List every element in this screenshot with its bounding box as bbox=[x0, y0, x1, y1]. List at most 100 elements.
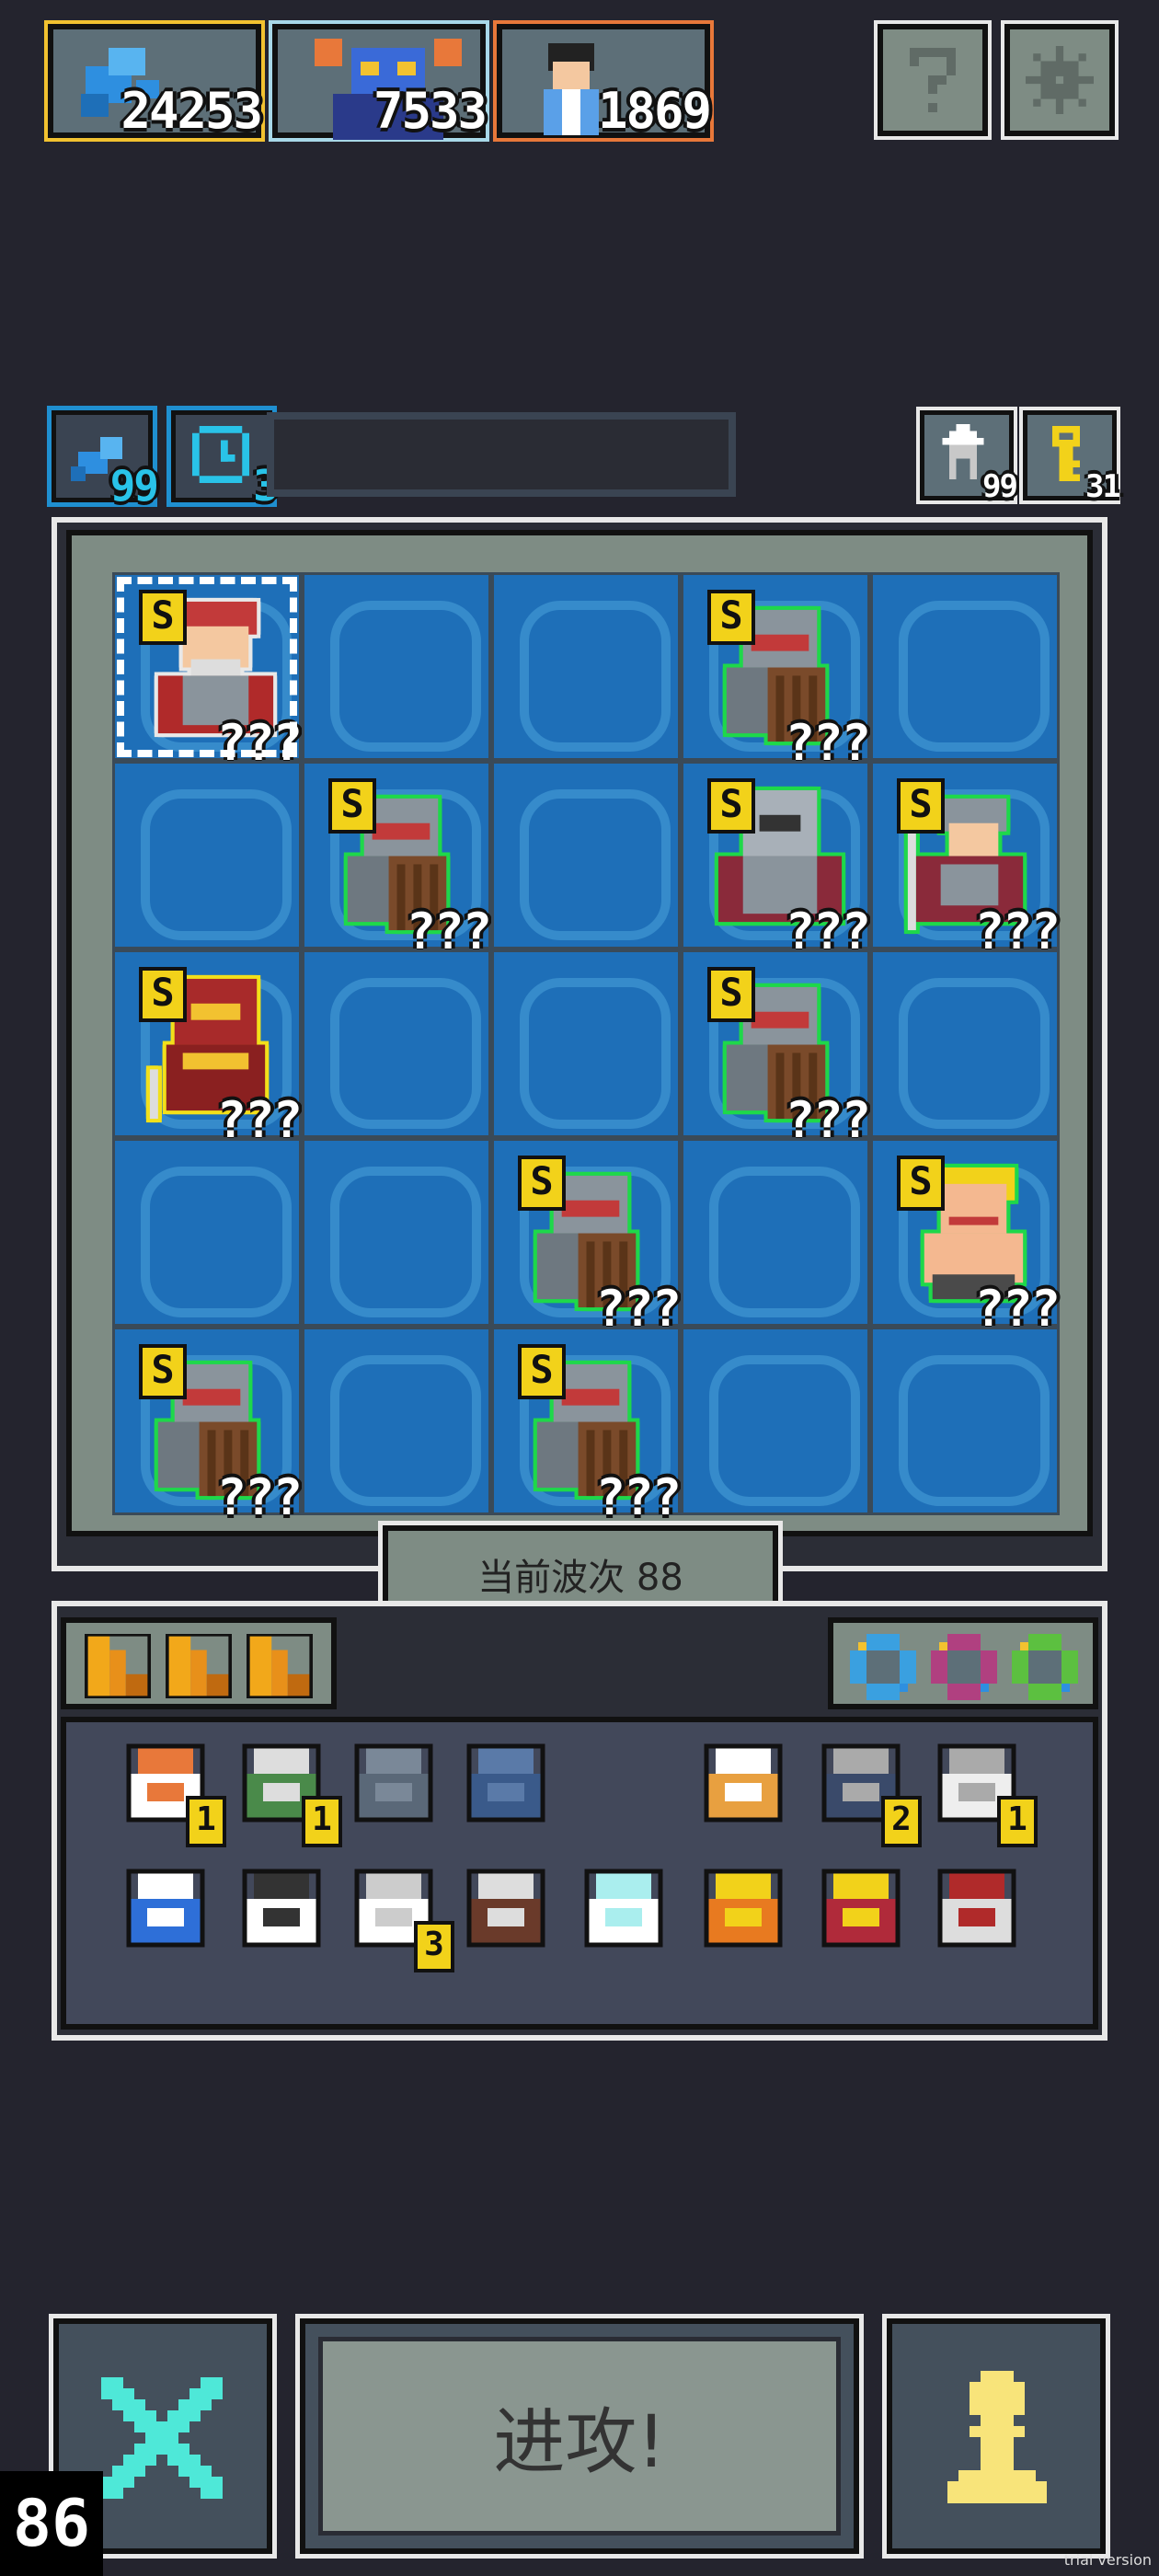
inventory-item[interactable]: 1 bbox=[235, 1737, 342, 1847]
unit-shield-knight[interactable]: S??? bbox=[702, 961, 871, 1149]
unit-barbarian[interactable]: S??? bbox=[891, 1150, 1061, 1338]
unit-shield-knight[interactable]: S??? bbox=[512, 1339, 682, 1526]
board-cell[interactable]: S??? bbox=[870, 761, 1061, 960]
rank-badge: S bbox=[139, 967, 187, 1022]
board-cell[interactable] bbox=[681, 1138, 870, 1327]
blue-gem-icon bbox=[850, 1634, 916, 1700]
inventory-item[interactable]: 1 bbox=[931, 1737, 1038, 1847]
inventory-item[interactable] bbox=[697, 1862, 800, 1965]
board-cell[interactable] bbox=[302, 572, 491, 761]
board-cell[interactable] bbox=[302, 1138, 491, 1327]
board-cell[interactable]: S??? bbox=[681, 572, 871, 772]
unit-spear-soldier[interactable]: S??? bbox=[891, 773, 1061, 960]
red-boot-icon bbox=[821, 1869, 901, 1948]
timer-icon bbox=[192, 426, 249, 483]
ice-crystal-icon bbox=[584, 1869, 663, 1948]
cell-tile-pattern bbox=[330, 1355, 481, 1506]
board-cell[interactable] bbox=[870, 949, 1060, 1138]
item-count: 1 bbox=[302, 1796, 342, 1847]
resource-gold-value: 24253 bbox=[120, 82, 263, 140]
fps-counter: 86 bbox=[0, 2471, 103, 2576]
gem-slot[interactable] bbox=[1012, 1634, 1078, 1700]
shield-icon bbox=[354, 1743, 433, 1823]
inventory-item[interactable]: 1 bbox=[120, 1737, 226, 1847]
card-slot[interactable] bbox=[83, 1631, 153, 1701]
board-cell[interactable]: S??? bbox=[681, 949, 871, 1149]
energy-bar bbox=[267, 412, 736, 497]
inventory-item[interactable] bbox=[460, 1737, 563, 1840]
resource-villager-value: 1869 bbox=[597, 82, 712, 140]
board-cell[interactable] bbox=[681, 1327, 870, 1515]
inventory-item[interactable] bbox=[578, 1862, 681, 1965]
inventory-item[interactable] bbox=[348, 1737, 451, 1840]
board-cell[interactable]: S??? bbox=[491, 1138, 682, 1338]
unit-red-knight[interactable]: S??? bbox=[133, 961, 303, 1149]
board-cell[interactable] bbox=[112, 761, 302, 949]
rank-badge: S bbox=[707, 590, 755, 645]
board-cell[interactable] bbox=[491, 761, 681, 949]
card-slot[interactable] bbox=[245, 1631, 315, 1701]
board-cell[interactable] bbox=[491, 572, 681, 761]
unit-shield-knight[interactable]: S??? bbox=[702, 584, 871, 772]
rank-badge: S bbox=[897, 1156, 945, 1211]
resource-villager: 1869 bbox=[493, 20, 714, 142]
inventory-item[interactable] bbox=[120, 1862, 223, 1965]
unit-shield-knight[interactable]: S??? bbox=[323, 773, 492, 960]
help-icon bbox=[910, 48, 956, 112]
unit-button[interactable] bbox=[882, 2314, 1110, 2559]
attack-button[interactable]: 进攻! bbox=[295, 2314, 864, 2559]
unit-shield-knight[interactable]: S??? bbox=[133, 1339, 303, 1526]
board-cell[interactable] bbox=[870, 1327, 1060, 1515]
crate-icon bbox=[466, 1869, 545, 1948]
inventory-item[interactable] bbox=[697, 1737, 800, 1840]
stock-key-value: 31 bbox=[1085, 468, 1121, 505]
cell-tile-pattern bbox=[899, 978, 1050, 1129]
card-slot[interactable] bbox=[164, 1631, 234, 1701]
rank-badge: S bbox=[139, 1344, 187, 1399]
gem-slot[interactable] bbox=[850, 1634, 916, 1700]
unit-level: ??? bbox=[216, 1468, 303, 1526]
board-cell[interactable]: S??? bbox=[112, 572, 303, 772]
gem-slot[interactable] bbox=[931, 1634, 997, 1700]
unit-shield-knight[interactable]: S??? bbox=[512, 1150, 682, 1338]
card-icon bbox=[164, 1631, 234, 1701]
ghost-icon bbox=[242, 1869, 321, 1948]
unit-armored-knight[interactable]: S??? bbox=[702, 773, 871, 960]
inventory-item[interactable] bbox=[931, 1862, 1034, 1965]
green-gem-icon bbox=[1012, 1634, 1078, 1700]
board-cell[interactable] bbox=[870, 572, 1060, 761]
inventory-item[interactable] bbox=[460, 1862, 563, 1965]
board-cell[interactable]: S??? bbox=[112, 949, 303, 1149]
inventory-item[interactable]: 3 bbox=[348, 1862, 454, 1972]
boost-timer[interactable]: 3 bbox=[166, 406, 279, 511]
board-cell[interactable]: S??? bbox=[112, 1327, 303, 1526]
purple-gem-icon bbox=[931, 1634, 997, 1700]
board-cell[interactable]: S??? bbox=[681, 761, 871, 960]
treasure-map-icon bbox=[704, 1869, 783, 1948]
card-icon bbox=[83, 1631, 153, 1701]
inventory-item[interactable] bbox=[815, 1862, 918, 1965]
board-cell[interactable] bbox=[112, 1138, 302, 1327]
cell-tile-pattern bbox=[899, 601, 1050, 752]
board-cell[interactable]: S??? bbox=[491, 1327, 682, 1526]
unit-level: ??? bbox=[595, 1468, 682, 1526]
cell-tile-pattern bbox=[330, 1167, 481, 1317]
cross-icon bbox=[101, 2377, 223, 2499]
settings-button[interactable] bbox=[1001, 20, 1119, 140]
board-cell[interactable]: S??? bbox=[870, 1138, 1061, 1338]
inventory-item[interactable] bbox=[235, 1862, 339, 1965]
item-count: 2 bbox=[881, 1796, 922, 1847]
help-button[interactable] bbox=[874, 20, 992, 140]
board-cell[interactable] bbox=[491, 949, 681, 1138]
board-cell[interactable]: S??? bbox=[302, 761, 492, 960]
item-count: 1 bbox=[997, 1796, 1038, 1847]
inventory-item[interactable]: 2 bbox=[815, 1737, 922, 1847]
stock-key: 31 bbox=[1019, 407, 1121, 505]
boost-wing-value: 99 bbox=[109, 461, 159, 511]
attack-button-face: 进攻! bbox=[318, 2337, 841, 2536]
board-cell[interactable] bbox=[302, 1327, 491, 1515]
resource-gold: 24253 bbox=[44, 20, 265, 142]
cell-tile-pattern bbox=[141, 789, 292, 940]
board-cell[interactable] bbox=[302, 949, 491, 1138]
boost-wing[interactable]: 99 bbox=[47, 406, 159, 511]
